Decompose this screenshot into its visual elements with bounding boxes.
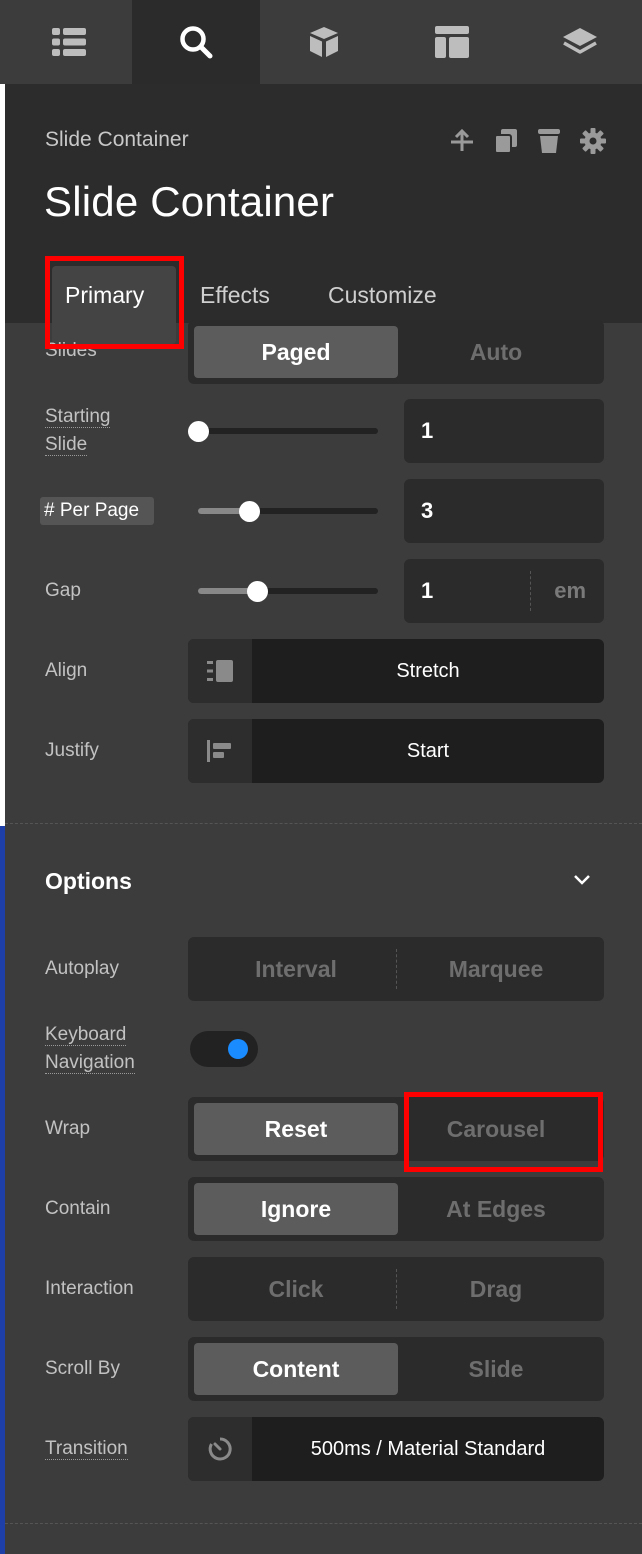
contain-at-edges-option[interactable]: At Edges	[394, 1183, 598, 1235]
autoplay-marquee-option[interactable]: Marquee	[394, 943, 598, 995]
per-page-label: # Per Page	[44, 500, 140, 521]
justify-label: Justify	[45, 740, 99, 761]
justify-icon-cell	[188, 719, 252, 783]
interaction-drag-option[interactable]: Drag	[394, 1263, 598, 1315]
starting-slide-label: Starting Slide	[45, 406, 111, 456]
slides-auto-option[interactable]: Auto	[394, 326, 598, 378]
timer-icon	[208, 1437, 232, 1461]
transition-value: 500ms / Material Standard	[310, 1438, 546, 1460]
tab-inspector[interactable]	[132, 0, 260, 84]
interaction-click-option[interactable]: Click	[194, 1263, 398, 1315]
interaction-label: Interaction	[45, 1278, 134, 1299]
top-icon-bar	[0, 0, 642, 84]
contain-ignore-option[interactable]: Ignore	[194, 1183, 398, 1235]
highlight-box-carousel-option	[404, 1092, 603, 1172]
section-divider	[5, 823, 642, 824]
align-label: Align	[45, 660, 88, 681]
scroll-by-content-option[interactable]: Content	[194, 1343, 398, 1395]
justify-value: Start	[406, 740, 450, 762]
gap-slider-handle[interactable]	[247, 581, 268, 602]
tab-layers[interactable]	[516, 0, 642, 84]
layers-icon	[563, 28, 597, 54]
transition-select[interactable]: 500ms / Material Standard	[188, 1417, 604, 1481]
per-page-input[interactable]: 3	[404, 479, 604, 543]
transition-label: Transition	[45, 1438, 128, 1460]
wrap-label: Wrap	[45, 1118, 91, 1139]
cube-icon	[310, 27, 338, 57]
autoplay-label: Autoplay	[45, 958, 119, 979]
slides-segmented: Paged Auto	[188, 320, 604, 384]
gap-input[interactable]: 1 em	[404, 559, 604, 623]
align-stretch-icon	[207, 660, 233, 682]
tab-layout[interactable]	[388, 0, 516, 84]
tab-outline[interactable]	[5, 0, 133, 84]
per-page-slider-handle[interactable]	[239, 501, 260, 522]
gap-unit-separator	[530, 571, 531, 611]
options-section-title[interactable]: Options	[45, 868, 132, 895]
autoplay-interval-option[interactable]: Interval	[194, 943, 398, 995]
slides-paged-option[interactable]: Paged	[194, 326, 398, 378]
search-icon	[180, 26, 213, 59]
starting-slide-slider-track[interactable]	[198, 428, 378, 434]
toggle-knob	[228, 1039, 248, 1059]
starting-slide-value: 1	[421, 418, 434, 443]
scroll-by-segmented: Content Slide	[188, 1337, 604, 1401]
wrap-reset-option[interactable]: Reset	[194, 1103, 398, 1155]
list-icon	[52, 28, 86, 56]
align-value: Stretch	[396, 660, 460, 682]
per-page-value: 3	[421, 498, 434, 523]
gap-unit[interactable]: em	[554, 559, 586, 623]
scroll-by-label: Scroll By	[45, 1358, 120, 1379]
keyboard-navigation-label: Keyboard Navigation	[45, 1024, 135, 1074]
layout-icon	[435, 26, 469, 58]
highlight-box-primary-tab	[45, 256, 184, 349]
align-select[interactable]: Stretch	[188, 639, 604, 703]
contain-segmented: Ignore At Edges	[188, 1177, 604, 1241]
contain-label: Contain	[45, 1198, 111, 1219]
chevron-down-icon	[574, 875, 590, 885]
options-collapse-button[interactable]	[570, 868, 594, 897]
tab-elements[interactable]	[260, 0, 388, 84]
gap-value: 1	[421, 578, 434, 603]
window-edge	[0, 826, 5, 1554]
align-icon-cell	[188, 639, 252, 703]
gap-label: Gap	[45, 580, 81, 601]
scroll-by-slide-option[interactable]: Slide	[394, 1343, 598, 1395]
autoplay-segmented: Interval Marquee	[188, 937, 604, 1001]
transition-icon-cell	[188, 1417, 252, 1481]
justify-start-icon	[207, 740, 231, 762]
justify-select[interactable]: Start	[188, 719, 604, 783]
section-divider	[5, 1523, 642, 1524]
starting-slide-input[interactable]: 1	[404, 399, 604, 463]
starting-slide-slider-handle[interactable]	[188, 421, 209, 442]
interaction-segmented: Click Drag	[188, 1257, 604, 1321]
